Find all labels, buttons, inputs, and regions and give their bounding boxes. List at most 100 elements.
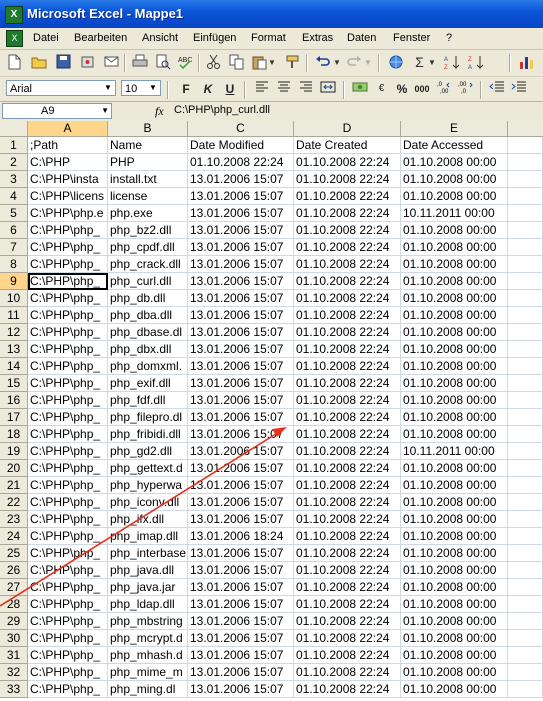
cell-c26[interactable]: 13.01.2006 15:07 xyxy=(188,562,294,579)
row-header[interactable]: 25 xyxy=(0,545,28,562)
cell-e29[interactable]: 01.10.2008 00:00 xyxy=(401,613,508,630)
name-box[interactable]: A9 ▼ xyxy=(2,103,112,119)
cell-c29[interactable]: 13.01.2006 15:07 xyxy=(188,613,294,630)
cell-e20[interactable]: 01.10.2008 00:00 xyxy=(401,460,508,477)
cell-c19[interactable]: 13.01.2006 15:07 xyxy=(188,443,294,460)
cell-d17[interactable]: 01.10.2008 22:24 xyxy=(294,409,401,426)
cell-e24[interactable]: 01.10.2008 00:00 xyxy=(401,528,508,545)
cell-d14[interactable]: 01.10.2008 22:24 xyxy=(294,358,401,375)
row-header[interactable]: 29 xyxy=(0,613,28,630)
cell-d15[interactable]: 01.10.2008 22:24 xyxy=(294,375,401,392)
cut-icon[interactable] xyxy=(205,54,222,71)
cell-a29[interactable]: C:\PHP\php_ xyxy=(28,613,108,630)
cell-a27[interactable]: C:\PHP\php_ xyxy=(28,579,108,596)
cell-c23[interactable]: 13.01.2006 15:07 xyxy=(188,511,294,528)
cell-a5[interactable]: C:\PHP\php.e xyxy=(28,205,108,222)
hyperlink-icon[interactable] xyxy=(387,54,404,71)
cell-c24[interactable]: 13.01.2006 18:24 xyxy=(188,528,294,545)
autosum-icon[interactable]: Σ xyxy=(411,54,428,71)
cell-b14[interactable]: php_domxml. xyxy=(108,358,188,375)
cell-d26[interactable]: 01.10.2008 22:24 xyxy=(294,562,401,579)
cell-b4[interactable]: license xyxy=(108,188,188,205)
cell-c28[interactable]: 13.01.2006 15:07 xyxy=(188,596,294,613)
row-header[interactable]: 4 xyxy=(0,188,28,205)
cell-d6[interactable]: 01.10.2008 22:24 xyxy=(294,222,401,239)
cell-b26[interactable]: php_java.dll xyxy=(108,562,188,579)
cell-d5[interactable]: 01.10.2008 22:24 xyxy=(294,205,401,222)
cell-c21[interactable]: 13.01.2006 15:07 xyxy=(188,477,294,494)
cell-b8[interactable]: php_crack.dll xyxy=(108,256,188,273)
cell-c3[interactable]: 13.01.2006 15:07 xyxy=(188,171,294,188)
cell-f25[interactable] xyxy=(508,545,543,562)
cell-e10[interactable]: 01.10.2008 00:00 xyxy=(401,290,508,307)
cell-c4[interactable]: 13.01.2006 15:07 xyxy=(188,188,294,205)
cell-c1[interactable]: Date Modified xyxy=(188,137,294,154)
row-header[interactable]: 24 xyxy=(0,528,28,545)
cell-f7[interactable] xyxy=(508,239,543,256)
cell-f32[interactable] xyxy=(508,664,543,681)
cell-a20[interactable]: C:\PHP\php_ xyxy=(28,460,108,477)
cell-d16[interactable]: 01.10.2008 22:24 xyxy=(294,392,401,409)
permission-icon[interactable] xyxy=(79,54,96,71)
menu-bearbeiten[interactable]: Bearbeiten xyxy=(74,32,127,44)
cell-a14[interactable]: C:\PHP\php_ xyxy=(28,358,108,375)
chevron-down-icon[interactable]: ▼ xyxy=(147,82,159,94)
cell-b33[interactable]: php_ming.dl xyxy=(108,681,188,698)
cell-d24[interactable]: 01.10.2008 22:24 xyxy=(294,528,401,545)
cell-b11[interactable]: php_dba.dll xyxy=(108,307,188,324)
new-icon[interactable] xyxy=(6,54,23,71)
cell-e2[interactable]: 01.10.2008 00:00 xyxy=(401,154,508,171)
row-header[interactable]: 7 xyxy=(0,239,28,256)
cell-c2[interactable]: 01.10.2008 22:24 xyxy=(188,154,294,171)
cell-c25[interactable]: 13.01.2006 15:07 xyxy=(188,545,294,562)
row-header[interactable]: 13 xyxy=(0,341,28,358)
menu-fenster[interactable]: Fenster xyxy=(393,32,430,44)
save-icon[interactable] xyxy=(55,54,72,71)
row-header[interactable]: 15 xyxy=(0,375,28,392)
merge-center-icon[interactable] xyxy=(319,80,337,98)
cell-e5[interactable]: 10.11.2011 00:00 xyxy=(401,205,508,222)
cell-b32[interactable]: php_mime_m xyxy=(108,664,188,681)
cell-e27[interactable]: 01.10.2008 00:00 xyxy=(401,579,508,596)
cell-a22[interactable]: C:\PHP\php_ xyxy=(28,494,108,511)
cell-f1[interactable] xyxy=(508,137,543,154)
row-header[interactable]: 21 xyxy=(0,477,28,494)
cell-c10[interactable]: 13.01.2006 15:07 xyxy=(188,290,294,307)
row-header[interactable]: 11 xyxy=(0,307,28,324)
chart-wizard-icon[interactable] xyxy=(518,54,535,71)
undo-dropdown-icon[interactable]: ▼ xyxy=(333,54,341,71)
align-center-icon[interactable] xyxy=(275,80,293,98)
cell-a8[interactable]: C:\PHP\php_ xyxy=(28,256,108,273)
cell-e8[interactable]: 01.10.2008 00:00 xyxy=(401,256,508,273)
cell-d18[interactable]: 01.10.2008 22:24 xyxy=(294,426,401,443)
cell-f9[interactable] xyxy=(508,273,543,290)
cell-d32[interactable]: 01.10.2008 22:24 xyxy=(294,664,401,681)
print-preview-icon[interactable] xyxy=(154,54,171,71)
cell-c20[interactable]: 13.01.2006 15:07 xyxy=(188,460,294,477)
cell-a7[interactable]: C:\PHP\php_ xyxy=(28,239,108,256)
cell-b1[interactable]: Name xyxy=(108,137,188,154)
cell-d31[interactable]: 01.10.2008 22:24 xyxy=(294,647,401,664)
cell-c27[interactable]: 13.01.2006 15:07 xyxy=(188,579,294,596)
cell-b7[interactable]: php_cpdf.dll xyxy=(108,239,188,256)
cell-d22[interactable]: 01.10.2008 22:24 xyxy=(294,494,401,511)
cell-f31[interactable] xyxy=(508,647,543,664)
cell-d20[interactable]: 01.10.2008 22:24 xyxy=(294,460,401,477)
cell-d30[interactable]: 01.10.2008 22:24 xyxy=(294,630,401,647)
row-header[interactable]: 8 xyxy=(0,256,28,273)
cell-a15[interactable]: C:\PHP\php_ xyxy=(28,375,108,392)
cell-b2[interactable]: PHP xyxy=(108,154,188,171)
row-header[interactable]: 17 xyxy=(0,409,28,426)
cell-a26[interactable]: C:\PHP\php_ xyxy=(28,562,108,579)
cell-f28[interactable] xyxy=(508,596,543,613)
cell-d23[interactable]: 01.10.2008 22:24 xyxy=(294,511,401,528)
font-name-select[interactable]: Arial ▼ xyxy=(6,80,116,96)
cell-b13[interactable]: php_dbx.dll xyxy=(108,341,188,358)
cell-f18[interactable] xyxy=(508,426,543,443)
cell-f12[interactable] xyxy=(508,324,543,341)
cell-e18[interactable]: 01.10.2008 00:00 xyxy=(401,426,508,443)
redo-icon[interactable] xyxy=(345,54,362,71)
row-header[interactable]: 22 xyxy=(0,494,28,511)
row-header[interactable]: 5 xyxy=(0,205,28,222)
menu-extras[interactable]: Extras xyxy=(302,32,333,44)
